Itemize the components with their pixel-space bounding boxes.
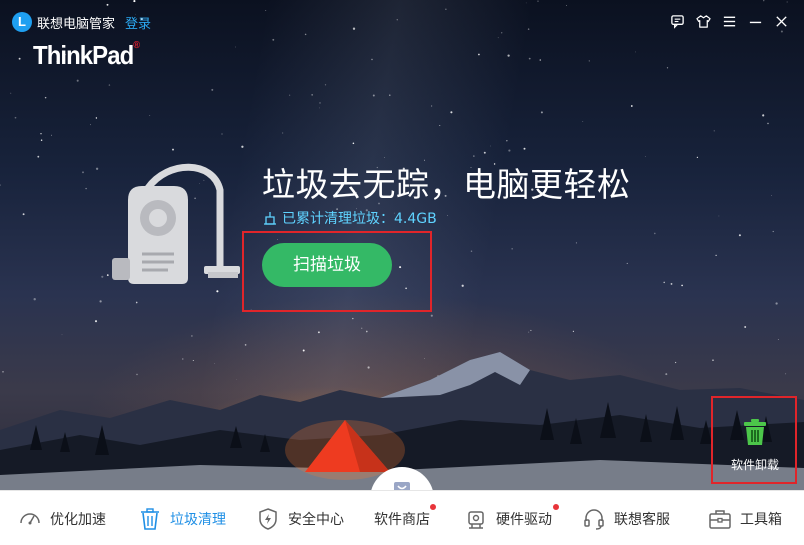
nav-label-optimize: 优化加速	[50, 511, 106, 528]
cleaned-stat: 已累计清理垃圾：4.4GB	[262, 208, 437, 228]
nav-item-store[interactable]: 软件商店	[374, 491, 430, 545]
close-icon[interactable]	[772, 12, 790, 30]
nav-item-toolbox[interactable]: 工具箱	[708, 491, 782, 545]
nav-label-driver: 硬件驱动	[496, 511, 552, 528]
toolbox-icon	[709, 509, 731, 529]
lenovo-logo-icon: L	[12, 12, 32, 32]
login-link[interactable]: 登录	[125, 13, 151, 32]
thinkpad-logo: ThinkPad®	[33, 40, 140, 71]
nav-item-security[interactable]: 安全中心	[256, 491, 344, 545]
nav-label-security: 安全中心	[288, 511, 344, 528]
shield-icon	[259, 507, 277, 530]
nav-label-store: 软件商店	[374, 511, 430, 528]
cleaned-stat-text: 已累计清理垃圾：4.4GB	[282, 211, 437, 227]
bottom-nav: 优化加速 垃圾清理 安全中心 软件商店 硬件驱动 联想客服 工具箱	[0, 490, 804, 545]
app-window: L 联想电脑管家 登录 ThinkPad® 垃圾去无踪，电脑更轻松 已累计清理垃…	[0, 0, 804, 545]
software-uninstall-button[interactable]: 软件卸载	[713, 398, 797, 482]
minimize-icon[interactable]	[746, 12, 764, 30]
driver-badge	[553, 504, 559, 510]
hero-headline: 垃圾去无踪，电脑更轻松	[262, 165, 631, 204]
brand-mark: ®	[133, 40, 140, 51]
chip-icon	[468, 510, 484, 529]
title-bar: L 联想电脑管家 登录	[0, 0, 804, 40]
nav-item-driver[interactable]: 硬件驱动	[464, 491, 552, 545]
nav-item-clean[interactable]: 垃圾清理	[138, 491, 226, 545]
trash-icon	[141, 507, 159, 530]
trash-icon	[744, 419, 766, 445]
nav-item-optimize[interactable]: 优化加速	[18, 491, 106, 545]
software-uninstall-label: 软件卸载	[730, 458, 779, 472]
window-controls	[668, 12, 790, 30]
nav-label-clean: 垃圾清理	[170, 511, 226, 528]
store-badge	[430, 504, 436, 510]
speedometer-icon	[20, 512, 40, 524]
brand-name: ThinkPad	[33, 40, 134, 70]
headset-icon	[584, 508, 604, 530]
nav-label-toolbox: 工具箱	[740, 511, 782, 528]
cleaned-stat-icon	[264, 212, 276, 225]
app-title: 联想电脑管家	[37, 17, 116, 32]
nav-item-service[interactable]: 联想客服	[582, 491, 670, 545]
nav-label-service: 联想客服	[614, 511, 670, 528]
scan-garbage-button[interactable]: 扫描垃圾	[262, 243, 392, 287]
skin-icon[interactable]	[694, 12, 712, 30]
vacuum-cleaner-icon	[112, 163, 240, 284]
menu-icon[interactable]	[720, 12, 738, 30]
feedback-icon[interactable]	[668, 12, 686, 30]
